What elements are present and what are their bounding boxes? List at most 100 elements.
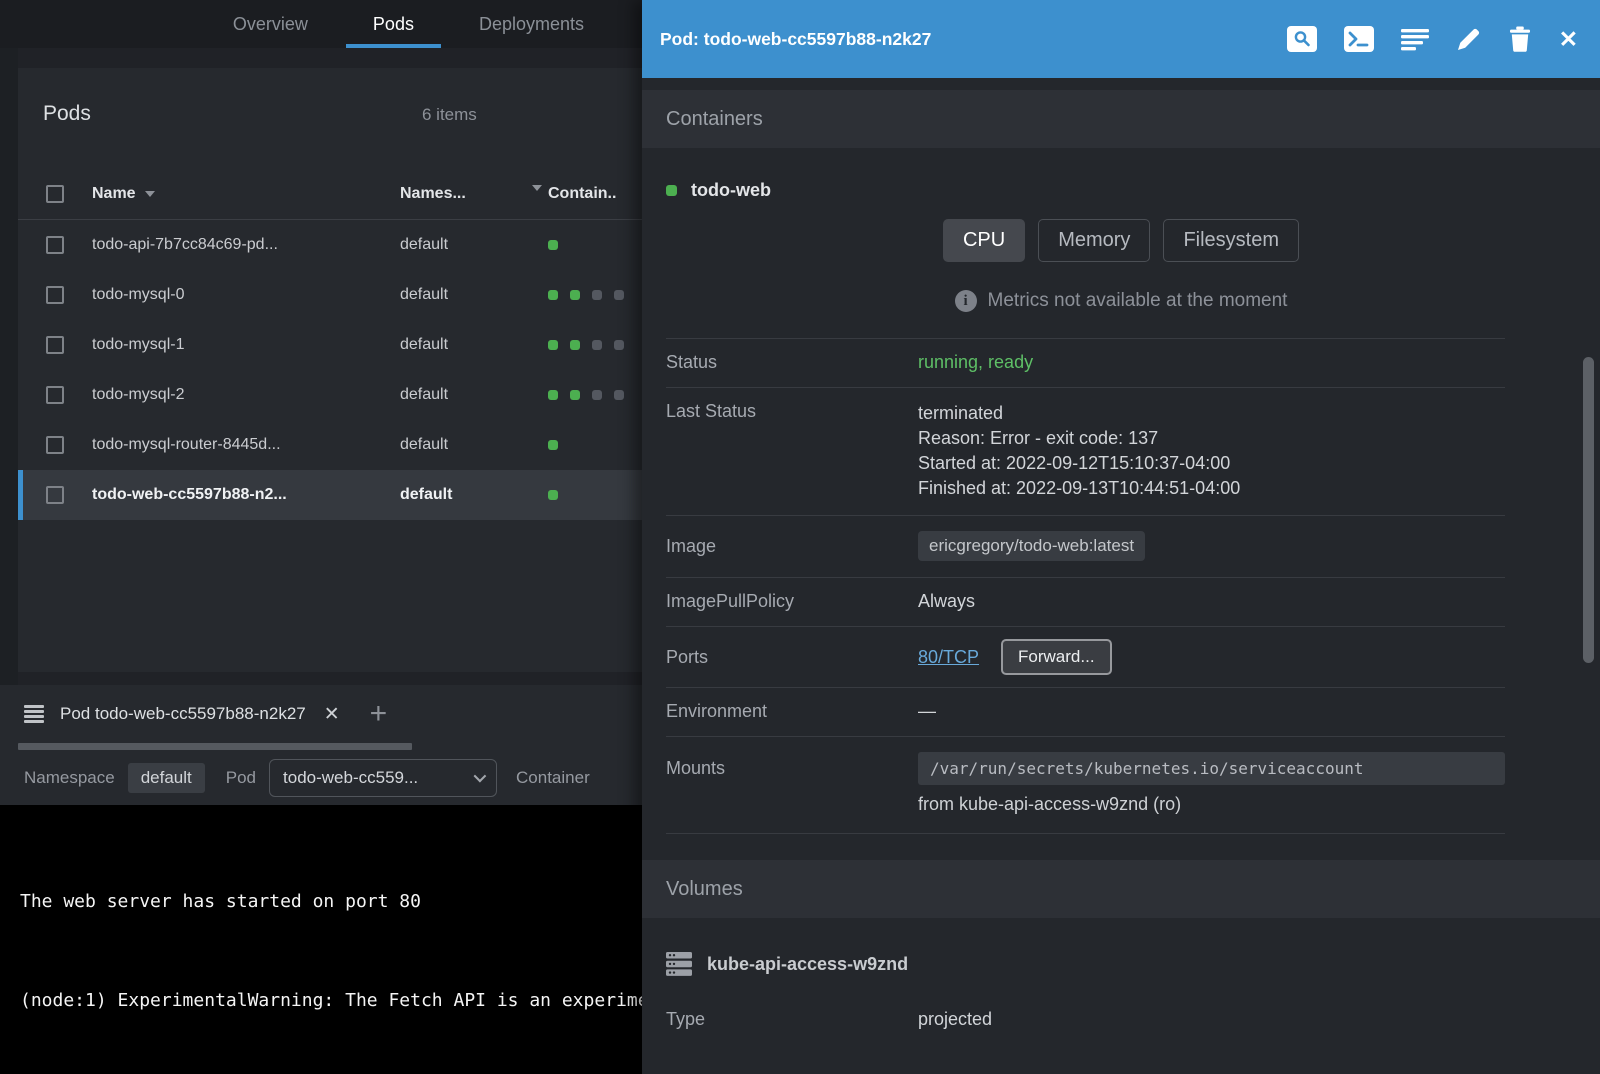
pod-table-row[interactable]: todo-web-cc5597b88-n2...default [18, 470, 642, 520]
pod-logs-icon[interactable] [1401, 27, 1429, 51]
tab-pods[interactable]: Pods [346, 0, 441, 48]
pod-shell-icon[interactable] [1344, 26, 1374, 52]
column-header-name-label: Name [92, 185, 136, 203]
row-image: Image ericgregory/todo-web:latest [666, 516, 1505, 578]
pod-name-cell: todo-web-cc5597b88-n2... [92, 486, 400, 504]
terminal-line: The web server has started on port 80 [20, 885, 642, 918]
pod-table-row[interactable]: todo-mysql-router-8445d...default [18, 420, 642, 470]
delete-icon[interactable] [1508, 26, 1532, 52]
row-checkbox[interactable] [46, 386, 64, 404]
container-label: Container [516, 768, 590, 788]
pod-details-drawer: Pod: todo-web-cc5597b88-n2k27 ✕ [642, 0, 1600, 1074]
pod-namespace-cell: default [400, 436, 548, 454]
pod-attach-icon[interactable] [1287, 26, 1317, 52]
column-header-containers-label: Contain.. [548, 185, 616, 203]
metric-tab-memory[interactable]: Memory [1038, 219, 1150, 262]
status-value: running, ready [918, 352, 1505, 373]
row-checkbox[interactable] [46, 236, 64, 254]
last-status-line: Started at: 2022-09-12T15:10:37-04:00 [918, 451, 1505, 476]
row-label: Environment [666, 701, 918, 722]
pod-table-row[interactable]: todo-api-7b7cc84c69-pd...default [18, 220, 642, 270]
drawer-title: Pod: todo-web-cc5597b88-n2k27 [660, 29, 931, 50]
row-label: Status [666, 352, 918, 373]
volume-type-value: projected [918, 1009, 1505, 1030]
row-volume-type: Type projected [666, 996, 1505, 1044]
pod-name-cell: todo-mysql-1 [92, 336, 400, 354]
pod-table-row[interactable]: todo-mysql-1default [18, 320, 642, 370]
container-running-dot [548, 290, 558, 300]
container-running-dot [548, 390, 558, 400]
container-item: todo-web [642, 148, 1600, 203]
dock-tab-close-icon[interactable]: ✕ [324, 703, 340, 726]
pod-select-value: todo-web-cc559... [283, 768, 418, 788]
dock-tab-scrollbar[interactable] [18, 743, 412, 750]
row-checkbox[interactable] [46, 486, 64, 504]
row-checkbox[interactable] [46, 286, 64, 304]
row-label: Type [666, 1009, 918, 1030]
image-pull-policy-value: Always [918, 591, 1505, 612]
row-checkbox[interactable] [46, 436, 64, 454]
column-header-name[interactable]: Name [92, 185, 400, 203]
pods-table-panel: Pods 6 items Name Names... Contain.. [18, 68, 642, 672]
edit-icon[interactable] [1456, 27, 1481, 52]
logs-icon [24, 705, 44, 723]
container-running-dot [548, 340, 558, 350]
pod-table-row[interactable]: todo-mysql-2default [18, 370, 642, 420]
row-label: ImagePullPolicy [666, 591, 918, 612]
column-header-namespace[interactable]: Names... [400, 185, 548, 203]
container-name: todo-web [691, 180, 771, 201]
pod-namespace-cell: default [400, 386, 548, 404]
row-environment: Environment — [666, 688, 1505, 737]
metric-tab-filesystem[interactable]: Filesystem [1163, 219, 1299, 262]
container-running-dot [570, 390, 580, 400]
dock-tab-logs[interactable]: Pod todo-web-cc5597b88-n2k27 [60, 704, 306, 724]
pod-containers-cell [548, 240, 642, 250]
drawer-scrollbar[interactable] [1583, 357, 1594, 663]
port-link[interactable]: 80/TCP [918, 647, 979, 668]
table-header-row: Name Names... Contain.. [18, 168, 642, 220]
logs-terminal-output[interactable]: The web server has started on port 80 (n… [0, 805, 642, 1074]
namespace-value-badge[interactable]: default [128, 763, 205, 793]
chevron-down-icon [474, 770, 487, 783]
volume-stack-icon [666, 952, 692, 976]
pod-containers-cell [548, 340, 642, 350]
row-mounts: Mounts /var/run/secrets/kubernetes.io/se… [666, 737, 1505, 834]
tab-overview[interactable]: Overview [221, 0, 320, 48]
lens-app-window: Overview Pods Deployments Pods 6 items N… [0, 0, 1600, 1074]
dock-tab-bar: Pod todo-web-cc5597b88-n2k27 ✕ + [0, 685, 642, 743]
select-all-cell [46, 185, 64, 203]
containers-section-heading: Containers [642, 90, 1600, 148]
pod-containers-cell [548, 390, 642, 400]
pods-table-body: todo-api-7b7cc84c69-pd...defaulttodo-mys… [18, 220, 642, 520]
container-stopped-dot [614, 290, 624, 300]
items-count: 6 items [422, 105, 477, 125]
volume-name: kube-api-access-w9znd [707, 954, 908, 975]
image-badge: ericgregory/todo-web:latest [918, 531, 1145, 561]
info-icon: i [955, 290, 977, 312]
pod-namespace-cell: default [400, 336, 548, 354]
last-status-value: terminated Reason: Error - exit code: 13… [918, 401, 1505, 501]
page-title: Pods [43, 102, 91, 126]
tab-deployments[interactable]: Deployments [467, 0, 596, 48]
select-all-checkbox[interactable] [46, 185, 64, 203]
pod-name-cell: todo-api-7b7cc84c69-pd... [92, 236, 400, 254]
volume-detail-rows: Type projected [666, 996, 1505, 1044]
row-last-status: Last Status terminated Reason: Error - e… [666, 388, 1505, 516]
pod-containers-cell [548, 290, 642, 300]
last-status-line: Finished at: 2022-09-13T10:44:51-04:00 [918, 476, 1505, 501]
metrics-message: Metrics not available at the moment [988, 290, 1288, 312]
volumes-section-heading: Volumes [642, 860, 1600, 918]
pod-table-row[interactable]: todo-mysql-0default [18, 270, 642, 320]
dock-new-tab-icon[interactable]: + [370, 699, 388, 729]
port-forward-button[interactable]: Forward... [1001, 639, 1112, 675]
metric-tab-cpu[interactable]: CPU [943, 219, 1025, 262]
last-status-line: Reason: Error - exit code: 137 [918, 426, 1505, 451]
container-running-dot [570, 340, 580, 350]
pod-select-dropdown[interactable]: todo-web-cc559... [269, 759, 497, 797]
close-icon[interactable]: ✕ [1559, 26, 1578, 53]
container-stopped-dot [592, 290, 602, 300]
column-header-containers[interactable]: Contain.. [548, 185, 642, 203]
container-running-dot [570, 290, 580, 300]
row-checkbox[interactable] [46, 336, 64, 354]
drawer-actions: ✕ [1287, 26, 1578, 53]
